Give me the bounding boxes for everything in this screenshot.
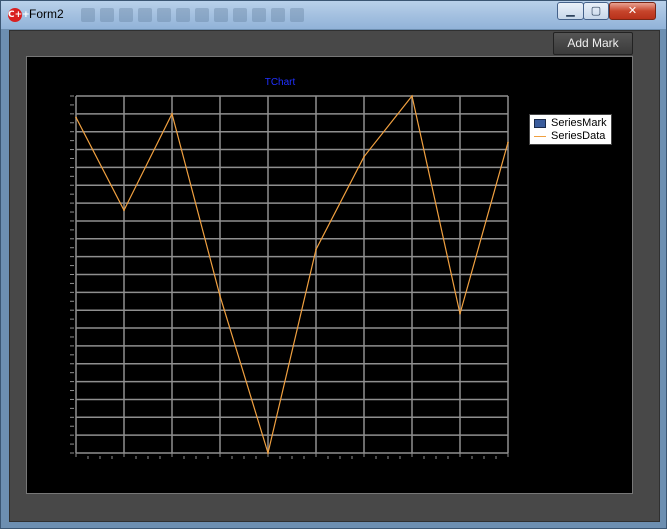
title-bar[interactable]: C++ Form2 ▁ ▢ ✕ bbox=[1, 1, 666, 29]
data-point bbox=[267, 452, 269, 454]
chart-legend[interactable]: SeriesMark SeriesData bbox=[529, 114, 612, 145]
legend-label: SeriesData bbox=[551, 130, 606, 142]
chart-title: TChart bbox=[265, 77, 296, 88]
chart-ticks bbox=[70, 95, 509, 459]
ghost-icon bbox=[119, 8, 133, 22]
app-icon: C++ bbox=[8, 8, 30, 22]
form-client-area: Add Mark TChart SeriesMark SeriesData bbox=[9, 30, 660, 522]
legend-label: SeriesMark bbox=[551, 117, 607, 129]
ghost-icon bbox=[176, 8, 190, 22]
ghost-icon bbox=[157, 8, 171, 22]
ghost-icon bbox=[214, 8, 228, 22]
minimize-button[interactable]: ▁ bbox=[557, 2, 584, 20]
app-window: C++ Form2 ▁ ▢ ✕ Add Mark TChart SeriesMa… bbox=[0, 0, 667, 529]
data-point bbox=[507, 141, 509, 144]
maximize-button[interactable]: ▢ bbox=[583, 2, 609, 20]
ghost-icon bbox=[290, 8, 304, 22]
chart-grid bbox=[75, 95, 509, 454]
ide-toolbar-ghost-icons bbox=[81, 6, 541, 24]
ghost-icon bbox=[233, 8, 247, 22]
data-point bbox=[75, 116, 77, 119]
data-point bbox=[219, 295, 221, 297]
legend-item-seriesmark[interactable]: SeriesMark bbox=[534, 116, 607, 130]
window-title: Form2 bbox=[29, 7, 64, 21]
data-point bbox=[459, 312, 461, 315]
data-point bbox=[171, 113, 173, 115]
ghost-icon bbox=[100, 8, 114, 22]
ghost-icon bbox=[195, 8, 209, 22]
add-mark-button[interactable]: Add Mark bbox=[553, 32, 633, 55]
ghost-icon bbox=[271, 8, 285, 22]
ghost-icon bbox=[252, 8, 266, 22]
chart-panel[interactable]: TChart SeriesMark SeriesData bbox=[26, 56, 633, 494]
data-point bbox=[315, 248, 317, 251]
ghost-icon bbox=[138, 8, 152, 22]
legend-item-seriesdata[interactable]: SeriesData bbox=[534, 129, 605, 143]
close-button[interactable]: ✕ bbox=[609, 2, 656, 20]
data-point bbox=[123, 209, 125, 212]
legend-swatch-line bbox=[534, 135, 546, 137]
data-point bbox=[411, 95, 413, 97]
data-point bbox=[363, 155, 365, 158]
ghost-icon bbox=[81, 8, 95, 22]
legend-swatch-bar bbox=[534, 118, 546, 128]
